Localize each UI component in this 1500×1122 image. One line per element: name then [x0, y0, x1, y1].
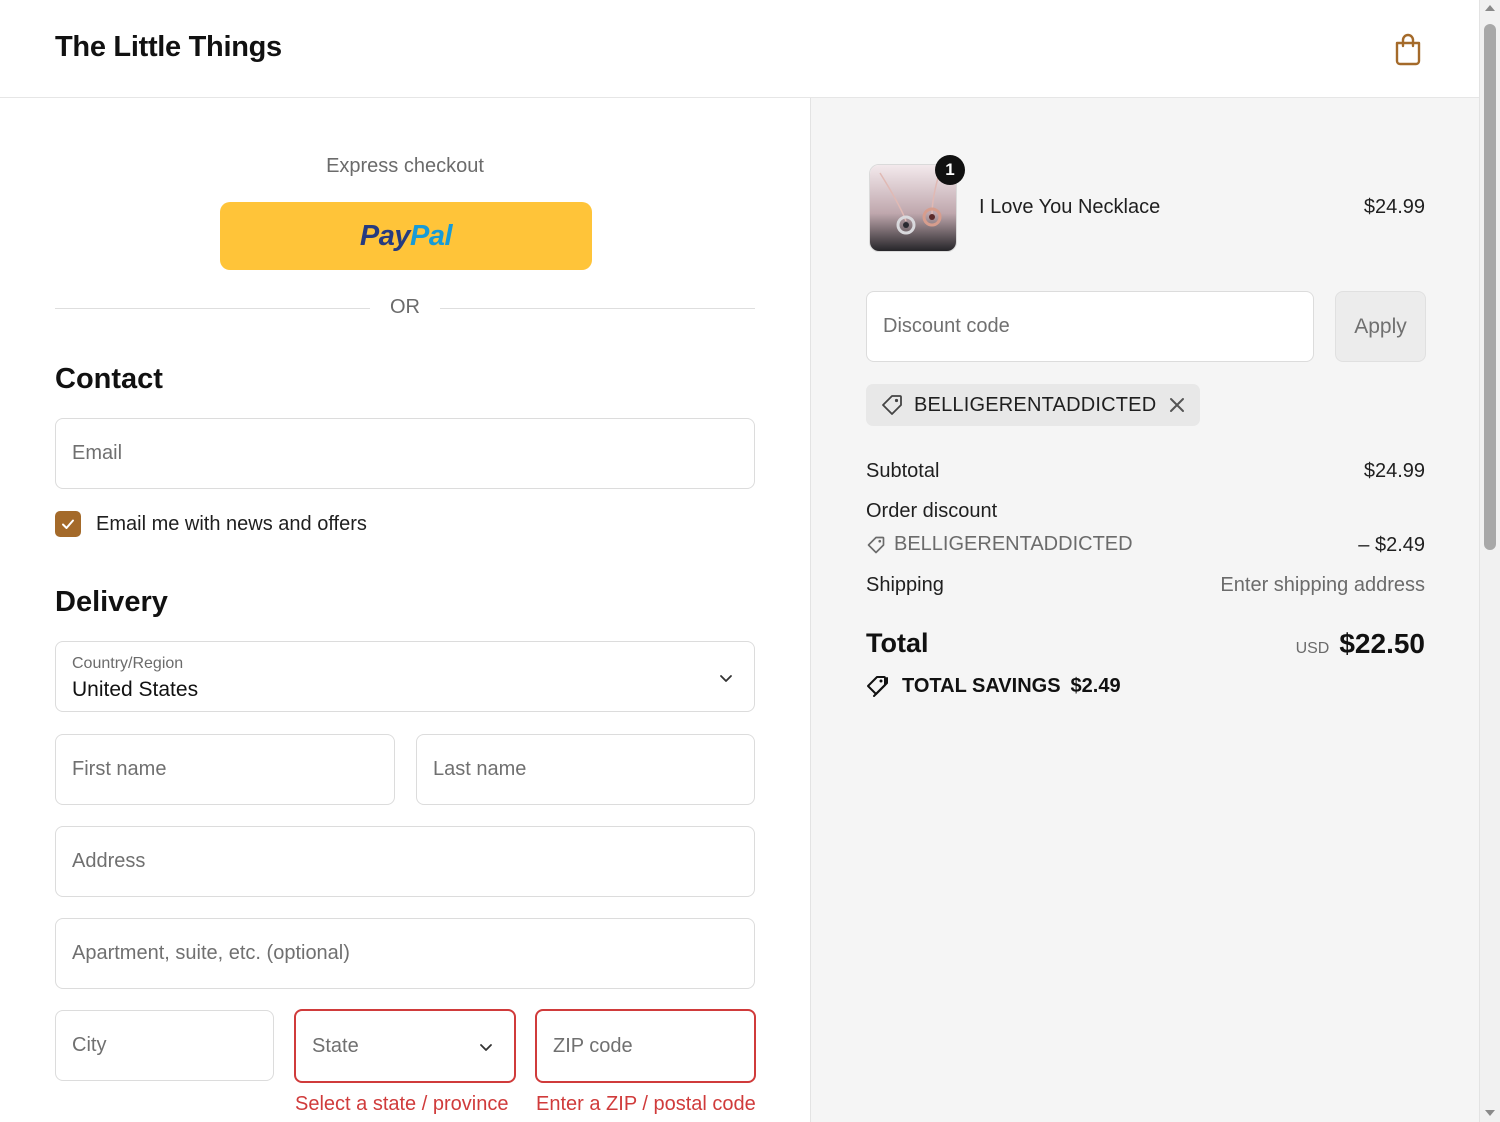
last-name-input[interactable] [416, 734, 755, 805]
savings-tag-icon [867, 676, 888, 697]
subtotal-value: $24.99 [1363, 460, 1425, 482]
apartment-input[interactable] [55, 918, 755, 989]
total-savings-amount: $2.49 [1070, 674, 1121, 697]
product-price: $24.99 [1363, 196, 1425, 218]
state-error-message: Select a state / province [295, 1093, 509, 1115]
shipping-label: Shipping [866, 574, 944, 596]
city-input[interactable] [55, 1010, 274, 1081]
first-name-input[interactable] [55, 734, 395, 805]
checkout-header: The Little Things [0, 0, 1479, 98]
newsletter-row[interactable]: Email me with news and offers [55, 510, 367, 538]
or-divider: OR [55, 296, 755, 320]
close-icon [1170, 398, 1185, 412]
applied-discount-chip: BELLIGERENTADDICTED [866, 384, 1201, 426]
quantity-badge: 1 [935, 155, 965, 185]
order-discount-code: BELLIGERENTADDICTED [894, 533, 1133, 555]
email-input[interactable] [55, 418, 755, 489]
currency-code: USD [1295, 640, 1330, 657]
subtotal-label: Subtotal [866, 460, 940, 482]
country-value: United States [72, 678, 199, 701]
paypal-logo: PayPal [359, 219, 453, 252]
country-select[interactable]: Country/Region United States [55, 641, 755, 712]
total-amount: $22.50 [1339, 628, 1425, 659]
state-placeholder: State [312, 1035, 359, 1057]
apply-discount-button[interactable]: Apply [1335, 291, 1426, 362]
country-caption: Country/Region [72, 655, 184, 672]
tag-icon [882, 395, 902, 415]
total-value-group: USD $22.50 [1296, 628, 1425, 660]
divider-line-right [440, 308, 755, 309]
applied-code-label: BELLIGERENTADDICTED [914, 393, 1157, 416]
product-name: I Love You Necklace [979, 196, 1161, 218]
scroll-down-arrow-icon[interactable] [1485, 1110, 1495, 1116]
tag-icon [867, 536, 885, 553]
order-discount-label: Order discount [866, 500, 998, 522]
scroll-up-arrow-icon[interactable] [1485, 5, 1495, 11]
zip-error-message: Enter a ZIP / postal code [536, 1093, 756, 1115]
scrollbar-thumb[interactable] [1484, 24, 1496, 550]
newsletter-label: Email me with news and offers [96, 512, 367, 535]
shipping-value: Enter shipping address [1220, 574, 1425, 596]
chevron-down-icon [480, 1044, 492, 1051]
order-discount-code-row: BELLIGERENTADDICTED [866, 533, 1133, 556]
address-input[interactable] [55, 826, 755, 897]
shopping-bag-icon[interactable] [1392, 32, 1424, 66]
discount-code-input[interactable] [866, 291, 1314, 362]
total-label: Total [866, 628, 929, 658]
newsletter-checkbox[interactable] [55, 511, 81, 537]
state-select[interactable]: State [294, 1009, 516, 1083]
chevron-down-icon [720, 675, 732, 682]
delivery-title: Delivery [55, 586, 168, 618]
zip-code-input[interactable] [535, 1009, 756, 1083]
paypal-button[interactable]: PayPal [220, 202, 592, 270]
total-savings-row: TOTAL SAVINGS $2.49 [866, 674, 1121, 698]
page-scrollbar[interactable] [1479, 0, 1500, 1122]
checkout-form: Express checkout PayPal OR Contact Email… [0, 98, 810, 1122]
store-brand[interactable]: The Little Things [55, 31, 282, 64]
order-summary: 1 I Love You Necklace $24.99 Apply BELLI… [810, 98, 1479, 1122]
contact-title: Contact [55, 363, 163, 395]
total-savings-label: TOTAL SAVINGS [902, 674, 1061, 697]
remove-discount-button[interactable] [1168, 396, 1186, 414]
checkmark-icon [62, 519, 74, 529]
order-discount-value: – $2.49 [1358, 534, 1425, 556]
express-checkout-label: Express checkout [326, 155, 484, 177]
